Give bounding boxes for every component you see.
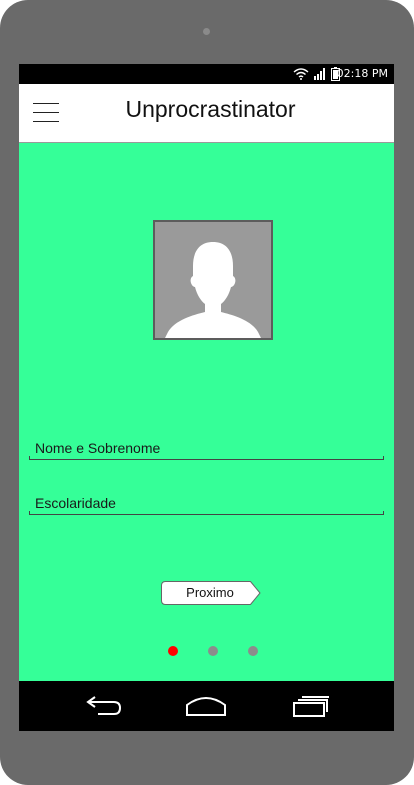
- next-button-label: Proximo: [186, 585, 234, 600]
- recent-apps-button[interactable]: [289, 691, 333, 721]
- app-title: Unprocrastinator: [125, 96, 296, 122]
- education-field-label: Escolaridade: [35, 495, 116, 511]
- education-field-underline: [29, 511, 384, 515]
- status-time: 02:18 PM: [336, 67, 388, 80]
- status-bar: 02:18 PM: [19, 64, 394, 84]
- name-field[interactable]: Nome e Sobrenome: [29, 438, 384, 460]
- home-button[interactable]: [184, 691, 228, 721]
- device-frame: 02:18 PM Unprocrastinator Nome e Sobreno…: [0, 0, 414, 785]
- pager-dot-2[interactable]: [208, 646, 218, 656]
- person-silhouette-icon: [165, 242, 261, 338]
- back-button[interactable]: [80, 691, 124, 721]
- wifi-icon: [293, 68, 309, 80]
- next-button[interactable]: Proximo: [161, 581, 261, 605]
- name-field-label: Nome e Sobrenome: [35, 440, 161, 456]
- back-icon: [86, 696, 122, 715]
- education-field[interactable]: Escolaridade: [29, 493, 384, 515]
- pager-dot-3[interactable]: [248, 646, 258, 656]
- camera-dot: [203, 28, 210, 35]
- home-icon: [186, 697, 226, 716]
- navigation-bar: [19, 681, 394, 731]
- signal-icon: [314, 68, 325, 80]
- pager-dot-1[interactable]: [168, 646, 178, 656]
- hamburger-menu-icon[interactable]: [33, 101, 59, 123]
- avatar[interactable]: [153, 220, 273, 340]
- phone-screen: 02:18 PM Unprocrastinator Nome e Sobreno…: [19, 64, 394, 731]
- name-field-underline: [29, 456, 384, 460]
- app-bar: Unprocrastinator: [19, 84, 394, 143]
- recent-apps-icon: [293, 696, 329, 717]
